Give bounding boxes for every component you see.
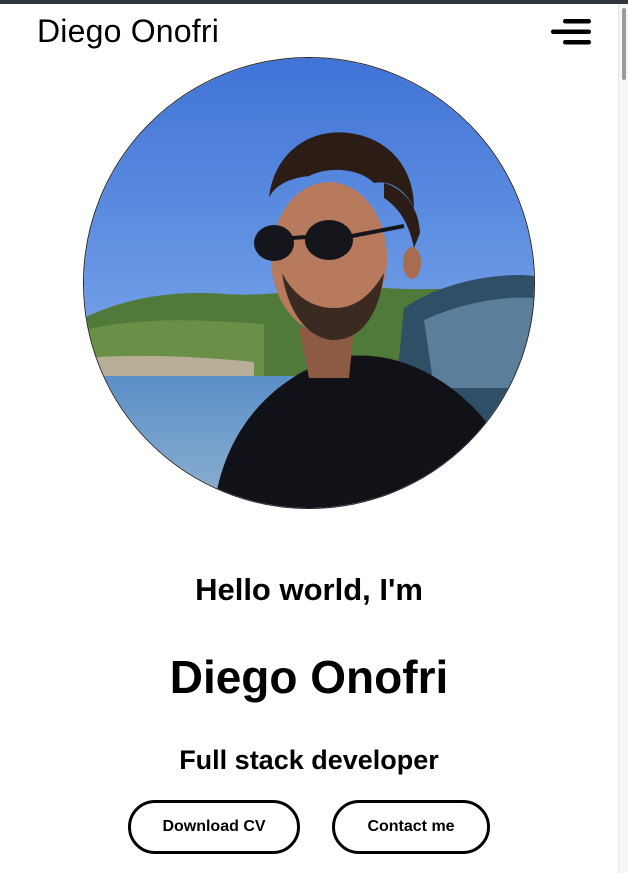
profile-photo bbox=[83, 57, 535, 509]
site-header: Diego Onofri bbox=[0, 4, 620, 58]
page-scrollbar[interactable] bbox=[618, 4, 628, 873]
brand-logo-text[interactable]: Diego Onofri bbox=[37, 13, 219, 50]
scrollbar-thumb[interactable] bbox=[622, 8, 626, 80]
hero-role: Full stack developer bbox=[179, 745, 439, 775]
download-cv-button[interactable]: Download CV bbox=[128, 800, 300, 854]
hamburger-menu-button[interactable] bbox=[549, 18, 593, 46]
hamburger-menu-icon bbox=[551, 19, 591, 45]
hero-name: Diego Onofri bbox=[169, 651, 449, 703]
hero-greeting: Hello world, I'm bbox=[195, 572, 423, 607]
profile-photo-image bbox=[84, 58, 534, 508]
contact-me-button[interactable]: Contact me bbox=[332, 800, 490, 854]
